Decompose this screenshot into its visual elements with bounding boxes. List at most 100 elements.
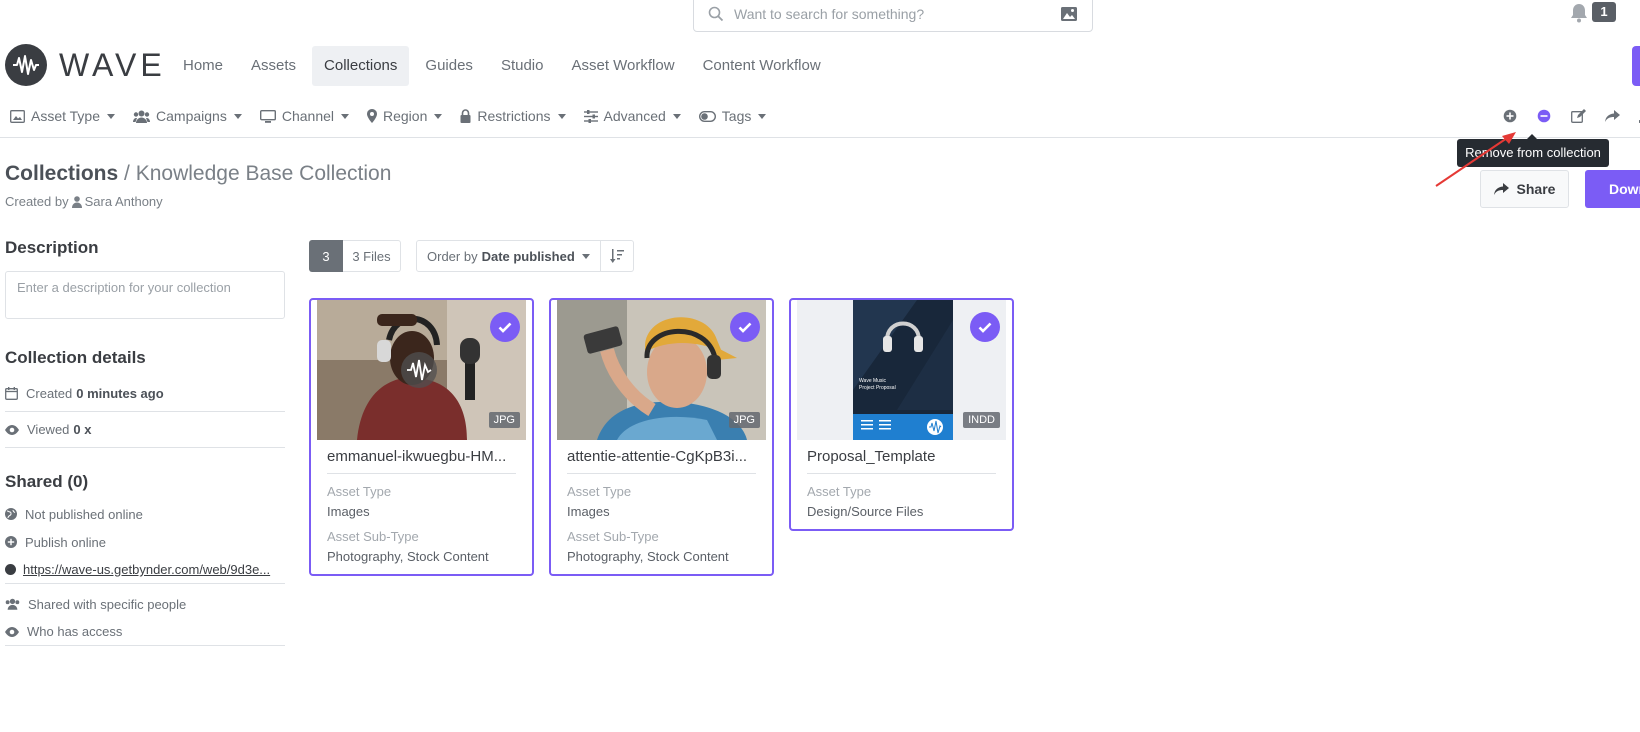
asset-card[interactable]: JPG emmanuel-ikwuegbu-HM... Asset Type I… [309,298,534,576]
collection-details-heading: Collection details [5,348,146,367]
breadcrumb-current: Knowledge Base Collection [135,162,392,185]
edit-button[interactable] [1561,106,1595,126]
breadcrumb-separator: / [124,162,130,185]
calendar-icon [5,387,18,400]
asset-type-label: Asset Type [567,484,632,499]
filter-label: Restrictions [477,108,551,124]
nav-collections[interactable]: Collections [312,46,410,86]
filter-asset-type[interactable]: Asset Type [10,106,116,126]
selected-check-icon[interactable] [730,312,760,342]
thumb-text-line-1: Wave Music [859,378,887,384]
order-by-label: Order by [427,248,478,264]
filter-label: Advanced [603,108,666,124]
publish-online-row[interactable]: Publish online [5,528,285,556]
add-circle-icon [5,536,17,548]
nav-studio[interactable]: Studio [489,46,556,86]
shared-people-text: Shared with specific people [28,596,187,612]
nav-asset-workflow[interactable]: Asset Workflow [559,46,686,86]
nav-assets[interactable]: Assets [239,46,308,86]
breadcrumb-collections[interactable]: Collections [5,162,118,185]
caret-down-icon [557,113,566,119]
eye-icon [5,424,19,435]
desktop-icon [259,109,276,123]
description-field[interactable] [5,271,285,319]
bell-icon[interactable] [1568,2,1590,24]
filter-region[interactable]: Region [367,106,443,126]
filter-label: Region [383,108,428,124]
filter-label: Asset Type [31,108,101,124]
created-by: Created by Sara Anthony [5,194,163,209]
sort-direction-button[interactable] [600,240,634,272]
add-to-collection-button[interactable] [1493,106,1527,126]
nav-content-workflow[interactable]: Content Workflow [691,46,833,86]
files-count: 3 Files [343,240,401,272]
notification-count-badge[interactable]: 1 [1592,2,1616,22]
search-input[interactable] [734,3,1034,25]
eye-icon [5,626,19,637]
file-extension-badge: INDD [963,412,1000,428]
search-bar[interactable] [693,0,1093,32]
asset-type-value: Design/Source Files [807,504,924,519]
who-access-text: Who has access [27,624,123,639]
search-icon [708,6,724,22]
asset-subtype-value: Photography, Stock Content [327,549,489,564]
filter-channel[interactable]: Channel [259,106,349,126]
main-nav: Home Assets Collections Guides Studio As… [171,46,837,86]
filter-advanced[interactable]: Advanced [583,106,681,126]
filter-campaigns[interactable]: Campaigns [133,106,242,126]
download-button-label: Download [1609,181,1640,197]
download-button[interactable]: Download [1585,170,1640,208]
brand-name: WAVE [59,46,166,83]
created-label: Created [26,386,73,401]
caret-down-icon [434,113,443,119]
filter-restrictions[interactable]: Restrictions [460,106,566,126]
users-icon [133,110,151,123]
nav-guides[interactable]: Guides [413,46,485,86]
selected-count-badge[interactable]: 3 [309,240,343,272]
asset-title[interactable]: Proposal_Template [807,448,996,474]
asset-card[interactable]: JPG attentie-attentie-CgKpB3i... Asset T… [549,298,774,576]
download-action-button[interactable] [1629,106,1640,126]
asset-subtype-label: Asset Sub-Type [327,529,419,544]
filter-bar: Asset Type Campaigns Channel Region Rest… [0,98,1640,138]
remove-from-collection-button[interactable] [1527,106,1561,126]
map-marker-icon [367,109,377,123]
asset-thumbnail[interactable]: JPG [317,300,526,440]
nav-cta-button[interactable] [1632,46,1640,86]
filter-label: Tags [721,108,752,124]
toggle-icon [698,110,716,122]
created-by-label: Created by [5,194,69,209]
share-button-label: Share [1516,181,1556,197]
asset-thumbnail[interactable]: JPG [557,300,766,440]
file-extension-badge: JPG [488,412,520,428]
created-row: Created 0 minutes ago [5,376,285,412]
caret-down-icon [672,113,681,119]
who-access-row[interactable]: Who has access [5,618,285,646]
asset-card[interactable]: Wave Music Project Proposal INDD Proposa… [789,298,1014,531]
thumb-text-line-2: Project Proposal [859,385,896,391]
share-icon [1604,109,1620,122]
collection-actions [1493,106,1640,126]
not-published-text: Not published online [25,506,143,522]
caret-down-icon [341,113,349,119]
asset-thumbnail[interactable]: Wave Music Project Proposal INDD [797,300,1006,440]
page-title: Collections / Knowledge Base Collection [5,162,391,186]
selected-check-icon[interactable] [970,312,1000,342]
asset-type-value: Images [567,504,610,519]
share-action-button[interactable] [1595,106,1629,126]
selected-check-icon[interactable] [490,312,520,342]
filter-tags[interactable]: Tags [698,106,767,126]
image-search-icon[interactable] [1060,5,1078,23]
caret-down-icon [581,253,590,259]
nav-home[interactable]: Home [171,46,235,86]
share-link[interactable]: https://wave-us.getbynder.com/web/9d3e..… [23,562,285,577]
asset-title[interactable]: attentie-attentie-CgKpB3i... [567,448,756,474]
not-published-row: Not published online [5,500,285,528]
order-by-dropdown[interactable]: Order by Date published [416,240,601,272]
share-button[interactable]: Share [1480,170,1569,208]
wave-logo-icon [5,44,47,86]
file-count: 3 3 Files [309,240,401,272]
viewed-value: 0 x [73,422,92,437]
brand-logo[interactable]: WAVE [5,44,166,86]
asset-title[interactable]: emmanuel-ikwuegbu-HM... [327,448,516,474]
